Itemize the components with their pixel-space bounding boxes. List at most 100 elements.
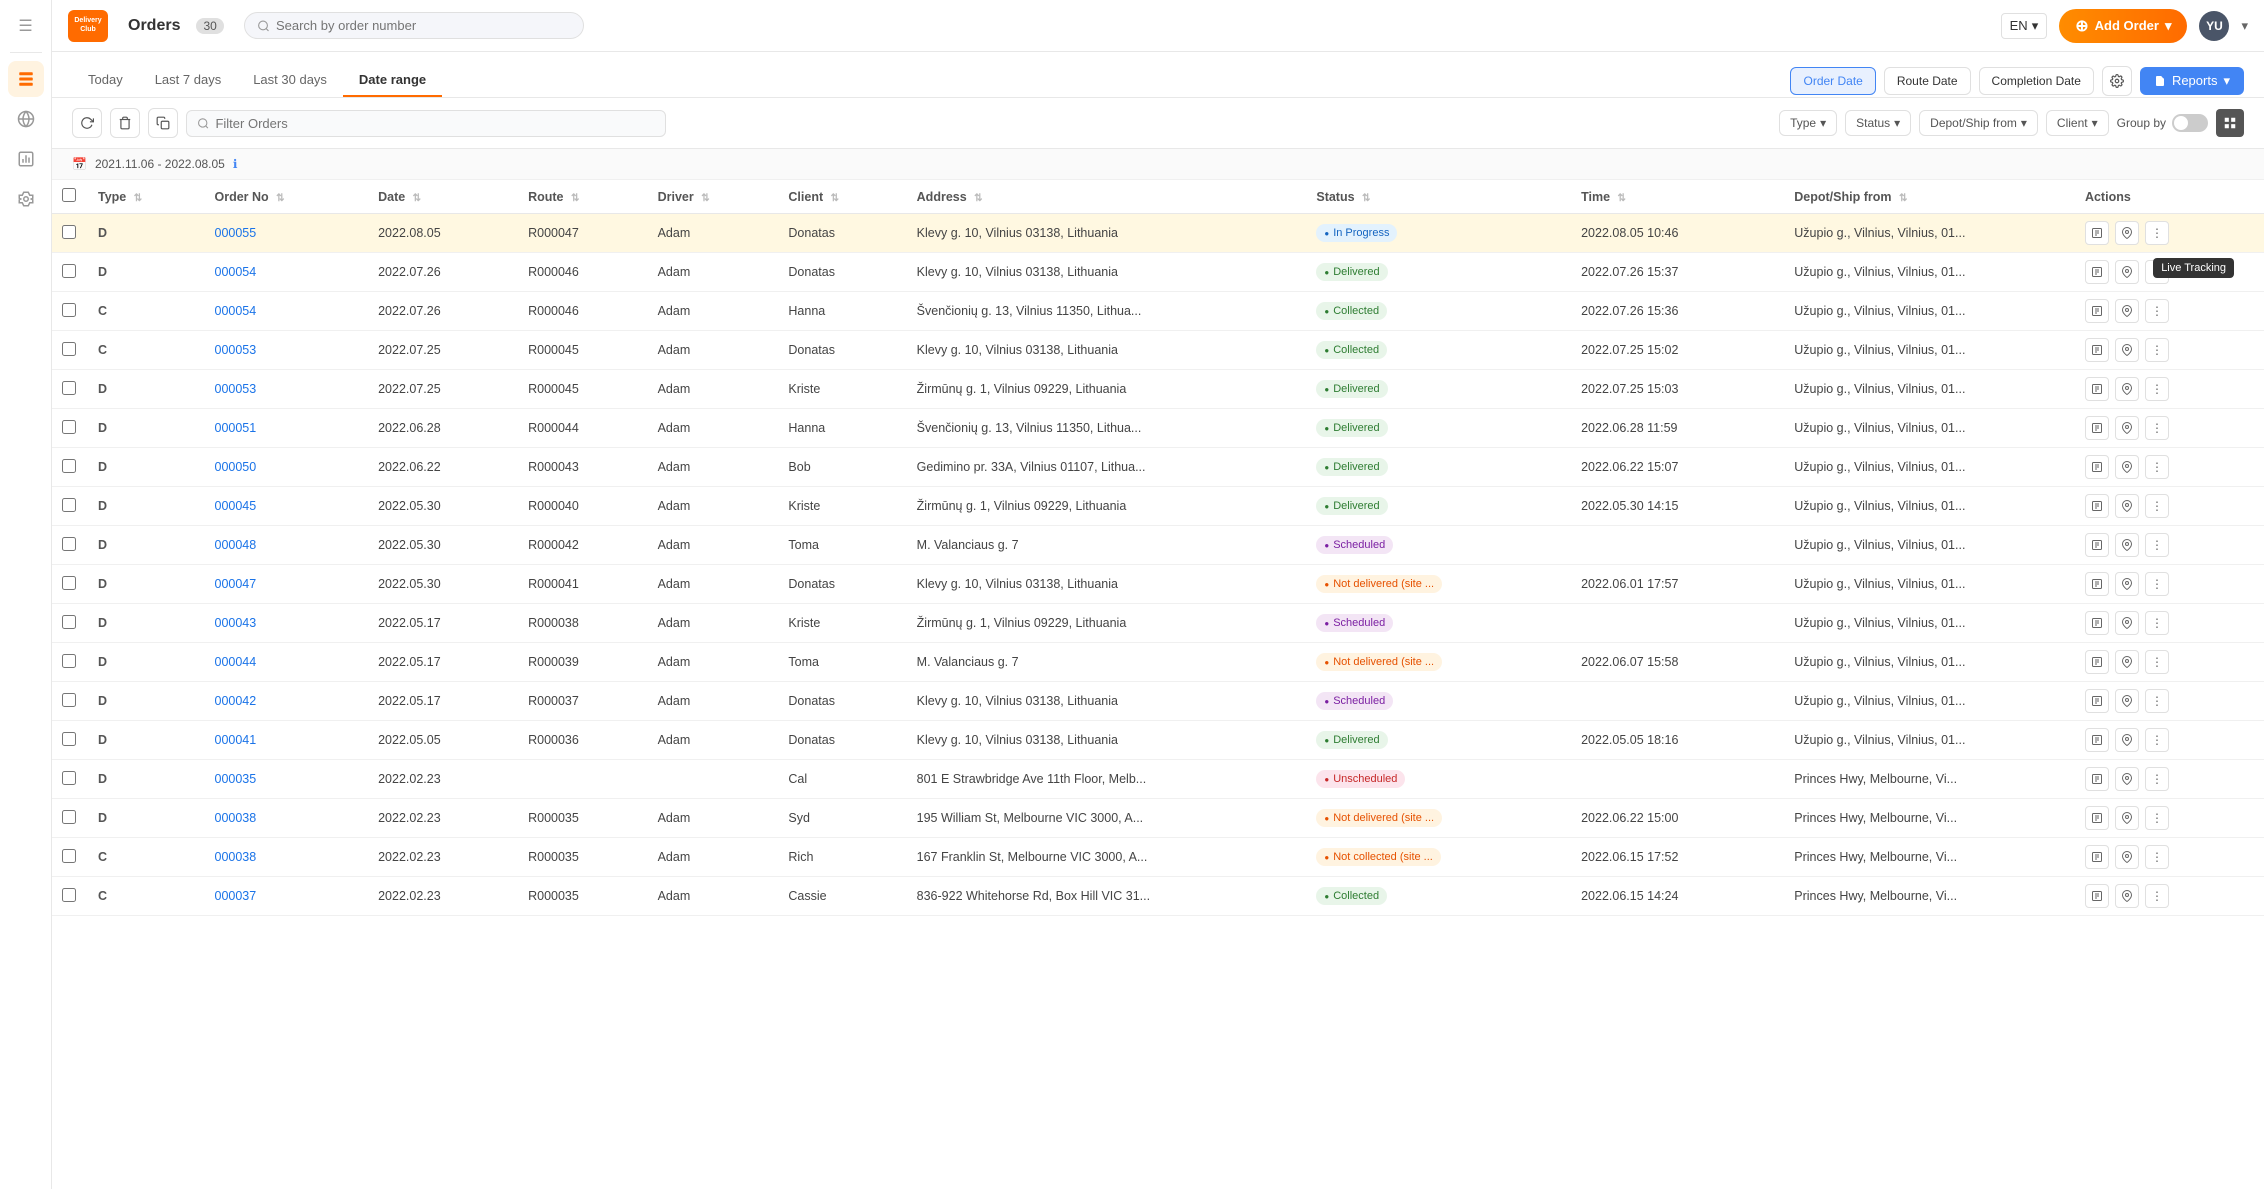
action-location-icon[interactable] (2115, 221, 2139, 245)
col-address[interactable]: Address ⇅ (907, 180, 1307, 214)
action-more-icon[interactable]: ⋮ (2145, 611, 2169, 635)
col-driver[interactable]: Driver ⇅ (648, 180, 779, 214)
tab-daterange[interactable]: Date range (343, 64, 442, 97)
row-checkbox[interactable] (62, 849, 76, 863)
action-document-icon[interactable] (2085, 221, 2109, 245)
row-checkbox[interactable] (62, 381, 76, 395)
row-checkbox[interactable] (62, 576, 76, 590)
row-order-no[interactable]: 000038 (205, 838, 369, 877)
row-checkbox[interactable] (62, 303, 76, 317)
row-order-no[interactable]: 000043 (205, 604, 369, 643)
action-more-icon[interactable]: ⋮ (2145, 416, 2169, 440)
row-checkbox[interactable] (62, 771, 76, 785)
action-document-icon[interactable] (2085, 299, 2109, 323)
action-document-icon[interactable] (2085, 650, 2109, 674)
action-document-icon[interactable] (2085, 416, 2109, 440)
action-location-icon[interactable] (2115, 572, 2139, 596)
completion-date-button[interactable]: Completion Date (1979, 67, 2094, 95)
action-location-icon[interactable] (2115, 728, 2139, 752)
sidebar-icon-reports[interactable] (8, 141, 44, 177)
group-by-toggle[interactable] (2172, 114, 2208, 132)
language-button[interactable]: EN ▾ (2001, 13, 2048, 39)
action-location-icon[interactable] (2115, 533, 2139, 557)
avatar-chevron[interactable]: ▾ (2241, 18, 2248, 34)
action-more-icon[interactable]: ⋮ (2145, 338, 2169, 362)
tab-today[interactable]: Today (72, 64, 139, 97)
action-document-icon[interactable] (2085, 572, 2109, 596)
action-more-icon[interactable]: ⋮ (2145, 728, 2169, 752)
type-filter-button[interactable]: Type ▾ (1779, 110, 1837, 136)
action-location-icon[interactable] (2115, 494, 2139, 518)
action-document-icon[interactable] (2085, 611, 2109, 635)
row-order-no[interactable]: 000055 (205, 214, 369, 253)
tab-last7[interactable]: Last 7 days (139, 64, 238, 97)
add-order-button[interactable]: ⊕ Add Order ▾ (2059, 9, 2187, 43)
depot-filter-button[interactable]: Depot/Ship from ▾ (1919, 110, 2038, 136)
row-checkbox[interactable] (62, 732, 76, 746)
action-location-icon[interactable] (2115, 299, 2139, 323)
row-checkbox[interactable] (62, 459, 76, 473)
reports-button[interactable]: Reports ▾ (2140, 67, 2244, 95)
row-checkbox[interactable] (62, 225, 76, 239)
client-filter-button[interactable]: Client ▾ (2046, 110, 2109, 136)
sidebar-icon-menu[interactable]: ☰ (8, 8, 44, 44)
action-more-icon[interactable]: ⋮ (2145, 455, 2169, 479)
row-order-no[interactable]: 000035 (205, 760, 369, 799)
refresh-button[interactable] (72, 108, 102, 138)
order-date-button[interactable]: Order Date (1790, 67, 1875, 95)
delete-button[interactable] (110, 108, 140, 138)
action-document-icon[interactable] (2085, 533, 2109, 557)
action-location-icon[interactable] (2115, 338, 2139, 362)
filter-orders-input[interactable] (215, 116, 655, 131)
action-location-icon[interactable] (2115, 806, 2139, 830)
col-time[interactable]: Time ⇅ (1571, 180, 1784, 214)
row-checkbox[interactable] (62, 888, 76, 902)
col-order-no[interactable]: Order No ⇅ (205, 180, 369, 214)
action-location-icon[interactable] (2115, 416, 2139, 440)
row-checkbox[interactable] (62, 537, 76, 551)
row-order-no[interactable]: 000041 (205, 721, 369, 760)
action-document-icon[interactable] (2085, 845, 2109, 869)
row-order-no[interactable]: 000054 (205, 292, 369, 331)
row-order-no[interactable]: 000050 (205, 448, 369, 487)
col-route[interactable]: Route ⇅ (518, 180, 648, 214)
settings-button[interactable] (2102, 66, 2132, 96)
action-more-icon[interactable]: ⋮ (2145, 494, 2169, 518)
action-document-icon[interactable] (2085, 260, 2109, 284)
row-order-no[interactable]: 000053 (205, 370, 369, 409)
action-more-icon[interactable]: ⋮ (2145, 377, 2169, 401)
action-more-icon[interactable]: ⋮ (2145, 884, 2169, 908)
action-location-icon[interactable] (2115, 884, 2139, 908)
action-location-icon[interactable] (2115, 650, 2139, 674)
row-checkbox[interactable] (62, 498, 76, 512)
table-container[interactable]: Type ⇅ Order No ⇅ Date ⇅ Route ⇅ Driver … (52, 180, 2264, 1189)
route-date-button[interactable]: Route Date (1884, 67, 1971, 95)
col-depot[interactable]: Depot/Ship from ⇅ (1784, 180, 2075, 214)
search-input[interactable] (276, 18, 571, 33)
row-checkbox[interactable] (62, 810, 76, 824)
filter-input-container[interactable] (186, 110, 666, 137)
tab-last30[interactable]: Last 30 days (237, 64, 343, 97)
row-checkbox[interactable] (62, 615, 76, 629)
action-location-icon[interactable] (2115, 689, 2139, 713)
row-order-no[interactable]: 000042 (205, 682, 369, 721)
sidebar-icon-routes[interactable] (8, 101, 44, 137)
action-more-icon[interactable]: ⋮ (2145, 299, 2169, 323)
action-document-icon[interactable] (2085, 884, 2109, 908)
action-document-icon[interactable] (2085, 377, 2109, 401)
action-document-icon[interactable] (2085, 728, 2109, 752)
action-document-icon[interactable] (2085, 455, 2109, 479)
action-more-icon[interactable]: ⋮ (2145, 767, 2169, 791)
row-order-no[interactable]: 000038 (205, 799, 369, 838)
col-date[interactable]: Date ⇅ (368, 180, 518, 214)
action-location-icon[interactable] (2115, 611, 2139, 635)
row-order-no[interactable]: 000054 (205, 253, 369, 292)
action-more-icon[interactable]: ⋮ (2145, 221, 2169, 245)
col-status[interactable]: Status ⇅ (1306, 180, 1571, 214)
action-more-icon[interactable]: ⋮ (2145, 845, 2169, 869)
action-more-icon[interactable]: ⋮ (2145, 572, 2169, 596)
row-checkbox[interactable] (62, 420, 76, 434)
action-document-icon[interactable] (2085, 806, 2109, 830)
action-document-icon[interactable] (2085, 767, 2109, 791)
row-checkbox[interactable] (62, 693, 76, 707)
